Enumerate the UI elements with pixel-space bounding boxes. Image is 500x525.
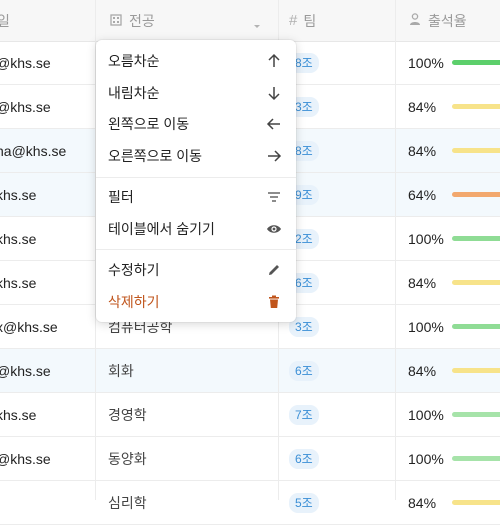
email-cell: khs.se: [0, 186, 37, 203]
column-header-attendance[interactable]: 출석율: [408, 0, 467, 41]
arrow-down-icon: [266, 85, 282, 101]
menu-item-label: 왼쪽으로 이동: [108, 116, 190, 132]
menu-item-hide-from-table[interactable]: 테이블에서 숨기기: [96, 213, 296, 245]
arrow-right-icon: [266, 148, 282, 164]
filter-icon: [266, 189, 282, 205]
attendance-bar: [452, 412, 500, 417]
menu-item-edit[interactable]: 수정하기: [96, 254, 296, 286]
major-cell: 경영학: [108, 406, 147, 423]
menu-item-label: 내림차순: [108, 85, 160, 101]
team-badge: 5조: [289, 492, 319, 513]
table-row[interactable]: @khs.se 동양화 6조 100%: [0, 437, 500, 481]
attendance-bar: [452, 60, 500, 65]
email-cell: @khs.se: [0, 450, 51, 467]
attendance-bar: [452, 456, 500, 461]
menu-item-delete[interactable]: 삭제하기: [96, 286, 296, 318]
building-icon: [109, 12, 123, 29]
major-cell: 심리학: [108, 494, 147, 511]
menu-item-sort-ascending[interactable]: 오름차순: [96, 45, 296, 77]
attendance-bar: [452, 368, 500, 373]
team-cell: 6조: [289, 437, 319, 480]
email-cell: khs.se: [0, 230, 37, 247]
attendance-cell: 84%: [408, 494, 437, 511]
attendance-cell: 84%: [408, 98, 437, 115]
attendance-bar: [452, 192, 500, 197]
column-divider: [395, 0, 396, 500]
attendance-cell: 64%: [408, 186, 437, 203]
menu-item-filter[interactable]: 필터: [96, 181, 296, 213]
team-cell: 7조: [289, 393, 319, 436]
team-cell: 6조: [289, 349, 319, 392]
menu-item-move-left[interactable]: 왼쪽으로 이동: [96, 108, 296, 140]
major-cell: 동양화: [108, 450, 147, 467]
attendance-bar: [452, 280, 500, 285]
trash-icon: [266, 294, 282, 310]
table-row[interactable]: khs.se 경영학 7조 100%: [0, 393, 500, 437]
column-header-team[interactable]: # 팀: [289, 0, 316, 41]
email-cell: @khs.se: [0, 54, 51, 71]
column-header-major-label: 전공: [129, 12, 155, 29]
attendance-bar: [452, 236, 500, 241]
team-badge: 6조: [289, 448, 319, 469]
attendance-cell: 84%: [408, 142, 437, 159]
menu-item-label: 삭제하기: [108, 294, 160, 310]
attendance-cell: 100%: [408, 450, 444, 467]
team-badge: 6조: [289, 360, 319, 381]
attendance-cell: 100%: [408, 230, 444, 247]
attendance-cell: 84%: [408, 274, 437, 291]
attendance-bar: [452, 104, 500, 109]
attendance-bar: [452, 148, 500, 153]
menu-item-label: 수정하기: [108, 262, 160, 278]
chevron-down-icon[interactable]: [253, 17, 261, 35]
menu-item-label: 테이블에서 숨기기: [108, 221, 215, 237]
major-cell: 회화: [108, 362, 134, 379]
email-cell: khs.se: [0, 274, 37, 291]
arrow-up-icon: [266, 53, 282, 69]
hash-icon: #: [289, 12, 298, 29]
attendance-cell: 100%: [408, 54, 444, 71]
column-header-email[interactable]: 일: [0, 0, 10, 41]
person-icon: [408, 12, 422, 29]
attendance-bar: [452, 324, 500, 329]
attendance-cell: 100%: [408, 318, 444, 335]
email-cell: @khs.se: [0, 362, 51, 379]
email-cell: khs.se: [0, 406, 37, 423]
column-context-menu: 오름차순 내림차순 왼쪽으로 이동 오른쪽으로 이동 필터 테이블에서 숨기기: [96, 40, 296, 322]
eye-icon: [266, 221, 282, 237]
team-cell: 5조: [289, 481, 319, 524]
menu-item-sort-descending[interactable]: 내림차순: [96, 77, 296, 109]
arrow-left-icon: [266, 116, 282, 132]
table-header: 일 전공 # 팀 출석율: [0, 0, 500, 42]
column-header-team-label: 팀: [303, 12, 317, 29]
menu-divider: [96, 177, 296, 178]
menu-item-label: 필터: [108, 189, 134, 205]
email-cell: na@khs.se: [0, 142, 67, 159]
menu-item-label: 오른쪽으로 이동: [108, 148, 203, 164]
attendance-cell: 84%: [408, 362, 437, 379]
attendance-cell: 100%: [408, 406, 444, 423]
column-header-attendance-label: 출석율: [428, 12, 467, 29]
team-badge: 7조: [289, 404, 319, 425]
table-row[interactable]: 심리학 5조 84%: [0, 481, 500, 525]
column-header-email-label: 일: [0, 12, 10, 29]
column-header-major[interactable]: 전공: [109, 0, 155, 41]
attendance-bar: [452, 500, 500, 505]
menu-divider: [96, 249, 296, 250]
email-cell: x@khs.se: [0, 318, 58, 335]
menu-item-label: 오름차순: [108, 53, 160, 69]
email-cell: @khs.se: [0, 98, 51, 115]
table-row[interactable]: @khs.se 회화 6조 84%: [0, 349, 500, 393]
menu-item-move-right[interactable]: 오른쪽으로 이동: [96, 140, 296, 172]
pencil-icon: [266, 262, 282, 278]
